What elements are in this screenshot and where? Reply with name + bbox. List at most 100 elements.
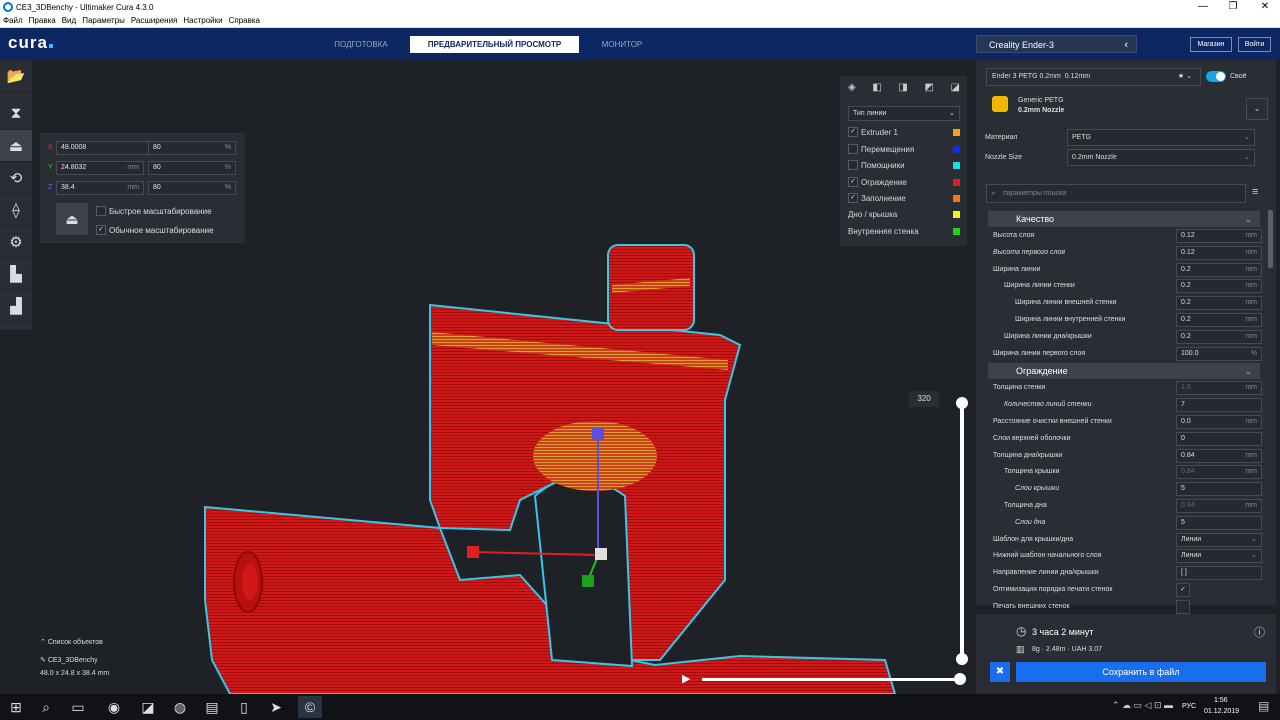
setting-checkbox[interactable]: [1176, 599, 1190, 614]
setting-select[interactable]: Линии ⌄: [1176, 532, 1262, 547]
tab-monitor[interactable]: МОНИТОР: [588, 36, 656, 53]
legend-travels[interactable]: Перемещения: [848, 142, 960, 156]
path-slider-handle[interactable]: [954, 673, 966, 685]
legend-checkbox[interactable]: [848, 160, 858, 170]
settings-search-input[interactable]: ⌕ параметры поиска: [986, 184, 1246, 203]
setting-field[interactable]: 0.2 mm: [1176, 313, 1262, 327]
close-icon[interactable]: ✕: [1250, 0, 1280, 14]
setting-select[interactable]: Линии ⌄: [1176, 549, 1262, 564]
legend-checkbox[interactable]: [848, 144, 858, 154]
uniform-scaling-checkbox[interactable]: ✓ Обычное масштабирование: [96, 223, 214, 237]
setting-checkbox[interactable]: ✓: [1176, 583, 1190, 597]
left-view-icon[interactable]: ◩: [924, 82, 933, 96]
legend-checkbox[interactable]: ✓: [848, 177, 858, 187]
windows-start-icon[interactable]: ⊞: [4, 696, 28, 718]
setting-field[interactable]: 0.12 mm: [1176, 229, 1262, 243]
info-icon[interactable]: ⓘ: [1254, 624, 1265, 640]
snap-scaling-checkbox[interactable]: Быстрое масштабирование: [96, 204, 212, 218]
nozzle-size-select[interactable]: 0.2mm Nozzle ⌄: [1067, 149, 1255, 166]
mirror-tool-icon[interactable]: ⟠: [0, 194, 32, 226]
front-view-icon[interactable]: ◧: [872, 82, 881, 96]
menu-edit[interactable]: Правка: [29, 16, 56, 25]
scale-tool-icon[interactable]: ⏏: [0, 130, 32, 162]
extruder-collapse-button[interactable]: ⌄: [1246, 98, 1268, 120]
setting-field[interactable]: 0.2 mm: [1176, 329, 1262, 344]
scale-y-mm-field[interactable]: 24.8032 mm: [56, 161, 144, 175]
layer-lower-handle[interactable]: [956, 653, 968, 665]
settings-category[interactable]: Качество ⌄: [988, 211, 1260, 227]
open-file-icon[interactable]: 📂: [0, 60, 32, 92]
notifications-icon[interactable]: ▤: [1258, 699, 1269, 713]
right-view-icon[interactable]: ◪: [951, 82, 960, 96]
object-name-row[interactable]: ✎ CE3_3DBenchy: [40, 656, 109, 664]
menu-settings[interactable]: Параметры: [82, 16, 125, 25]
tray-icons[interactable]: ⌃ ☁ ▭ ◁ ⊡ ▬: [1112, 700, 1173, 711]
menu-preferences[interactable]: Настройки: [183, 16, 222, 25]
telegram-icon[interactable]: ➤: [264, 696, 288, 718]
setting-field[interactable]: 0.84 mm: [1176, 499, 1262, 513]
legend-shell[interactable]: ✓ Ограждение: [848, 175, 960, 189]
search-icon[interactable]: ⌕: [34, 696, 58, 718]
legend-checkbox[interactable]: ✓: [848, 127, 858, 137]
save-to-file-button[interactable]: Сохранить в файл: [1016, 662, 1266, 682]
setting-field[interactable]: [ ]: [1176, 566, 1262, 581]
menu-file[interactable]: Файл: [3, 16, 23, 25]
scale-x-percent-field[interactable]: 80%: [148, 141, 236, 155]
color-scheme-select[interactable]: Тип линии ⌄: [848, 106, 960, 121]
custom-toggle[interactable]: [1206, 71, 1226, 82]
material-select[interactable]: PETG ⌄: [1067, 129, 1255, 146]
settings-scrollbar[interactable]: [1268, 210, 1273, 268]
uniform-checkbox-box[interactable]: ✓: [96, 225, 106, 235]
scale-z-percent-field[interactable]: 80%: [148, 181, 236, 195]
object-list-toggle[interactable]: ⌃ Список объектов: [40, 638, 109, 646]
legend-helpers[interactable]: Помощники: [848, 158, 960, 172]
setting-field[interactable]: 5: [1176, 515, 1262, 530]
setting-field[interactable]: 1.6 mm: [1176, 381, 1262, 396]
app-icon[interactable]: ◍: [168, 696, 192, 718]
input-language[interactable]: РУС: [1182, 703, 1196, 710]
settings-menu-icon[interactable]: ≡: [1252, 186, 1258, 198]
cura-taskbar-icon[interactable]: ©: [298, 696, 322, 718]
notepad-icon[interactable]: ▯: [232, 696, 256, 718]
setting-field[interactable]: 5: [1176, 482, 1262, 497]
top-view-icon[interactable]: ◨: [898, 82, 907, 96]
tools-icon[interactable]: ✖: [990, 662, 1010, 682]
layer-slider[interactable]: [956, 397, 968, 665]
chrome-icon[interactable]: ◉: [102, 696, 126, 718]
marketplace-button[interactable]: Магазин: [1190, 37, 1232, 52]
app-icon[interactable]: ◪: [136, 696, 160, 718]
legend-infill[interactable]: ✓ Заполнение: [848, 191, 960, 205]
menu-view[interactable]: Вид: [62, 16, 76, 25]
setting-field[interactable]: 0.84 mm: [1176, 448, 1262, 463]
settings-category[interactable]: Ограждение ⌄: [988, 363, 1260, 380]
menu-extensions[interactable]: Расширения: [131, 16, 178, 25]
layer-number-field[interactable]: 320: [909, 391, 939, 407]
legend-extruder1[interactable]: ✓ Extruder 1: [848, 125, 960, 139]
setting-field[interactable]: 0.2 mm: [1176, 262, 1262, 277]
rotate-tool-icon[interactable]: ⟲: [0, 162, 32, 194]
setting-field[interactable]: 0.0 mm: [1176, 415, 1262, 429]
play-icon[interactable]: ▶: [682, 672, 690, 685]
snap-checkbox-box[interactable]: [96, 206, 106, 216]
profile-selector[interactable]: Ender 3 PETG 0.2mm 0.12mm ★ ⌄: [986, 68, 1201, 86]
setting-field[interactable]: 100.0%: [1176, 346, 1262, 361]
legend-checkbox[interactable]: ✓: [848, 193, 858, 203]
setting-field[interactable]: 0: [1176, 431, 1262, 446]
reset-scale-button[interactable]: ⏏: [56, 203, 88, 235]
maximize-icon[interactable]: ❐: [1218, 0, 1248, 14]
setting-field[interactable]: 0.84 mm: [1176, 465, 1262, 480]
printer-selector[interactable]: Creality Ender-3 ‹: [976, 35, 1137, 53]
signin-button[interactable]: Войти: [1238, 37, 1271, 52]
per-model-settings-icon[interactable]: ⚙: [0, 226, 32, 258]
scale-y-percent-field[interactable]: 80%: [148, 161, 236, 175]
scale-z-mm-field[interactable]: 38.4 mm: [56, 181, 144, 195]
layer-upper-handle[interactable]: [956, 397, 968, 409]
setting-field[interactable]: 0.2 mm: [1176, 296, 1262, 311]
minimize-icon[interactable]: —: [1188, 0, 1218, 14]
tab-prepare[interactable]: ПОДГОТОВКА: [320, 36, 402, 53]
support-blocker-icon[interactable]: ▙: [0, 258, 32, 290]
path-slider[interactable]: ▶: [676, 672, 966, 686]
move-tool-icon[interactable]: ⧗: [0, 98, 32, 130]
layer-view-icon[interactable]: ▟: [0, 290, 32, 322]
task-view-icon[interactable]: ▭: [66, 696, 90, 718]
